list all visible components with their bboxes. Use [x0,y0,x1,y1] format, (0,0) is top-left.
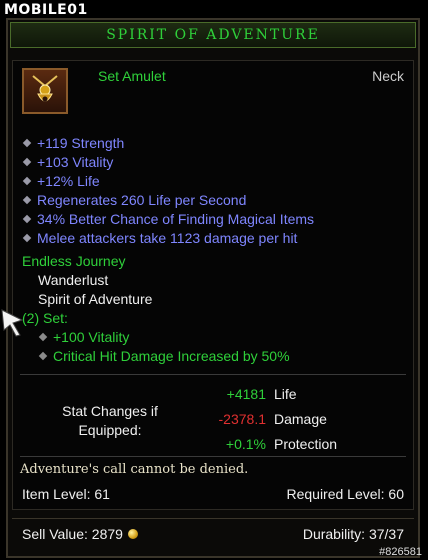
item-slot: Neck [372,68,404,84]
set-bonus: +100 Vitality [38,329,129,345]
stat-change-row: +0.1% Protection [225,436,338,452]
stat-change-row: +4181 Life [226,386,297,402]
mouse-cursor-icon [1,309,24,337]
flavor-text: Adventure's call cannot be denied. [20,462,249,477]
divider [20,374,406,375]
set-piece: Wanderlust [38,272,109,288]
set-bonus: Critical Hit Damage Increased by 50% [38,348,290,364]
sell-value: Sell Value: 2879 [22,526,138,542]
bullet-icon [38,351,48,361]
amulet-icon [22,68,68,114]
set-piece: Spirit of Adventure [38,291,153,307]
bullet-icon [22,214,32,224]
bullet-icon [22,157,32,167]
stat-line: +119 Strength [22,135,124,151]
watermark-logo: MOBILE01 [4,2,88,18]
divider [20,456,406,457]
item-level: Item Level: 61 [22,486,110,502]
set-bonus-header: (2) Set: [22,310,68,326]
stat-line: 34% Better Chance of Finding Magical Ite… [22,211,314,227]
bullet-icon [22,138,32,148]
stat-change-row: -2378.1 Damage [218,411,327,427]
tooltip-header: SPIRIT OF ADVENTURE [10,22,416,48]
stat-line: +12% Life [22,173,100,189]
bullet-icon [38,332,48,342]
gold-coin-icon [127,529,138,539]
set-name: Endless Journey [22,253,126,269]
stat-line: Regenerates 260 Life per Second [22,192,246,208]
stat-line: +103 Vitality [22,154,113,170]
durability: Durability: 37/37 [302,526,404,542]
watermark-id: #826581 [379,546,422,558]
required-level: Required Level: 60 [286,486,404,502]
bullet-icon [22,233,32,243]
bullet-icon [22,176,32,186]
item-title: SPIRIT OF ADVENTURE [106,27,320,43]
item-type: Set Amulet [98,68,166,84]
bullet-icon [22,195,32,205]
stat-line: Melee attackers take 1123 damage per hit [22,230,297,246]
stat-changes-label: Stat Changes if Equipped: [62,403,158,438]
